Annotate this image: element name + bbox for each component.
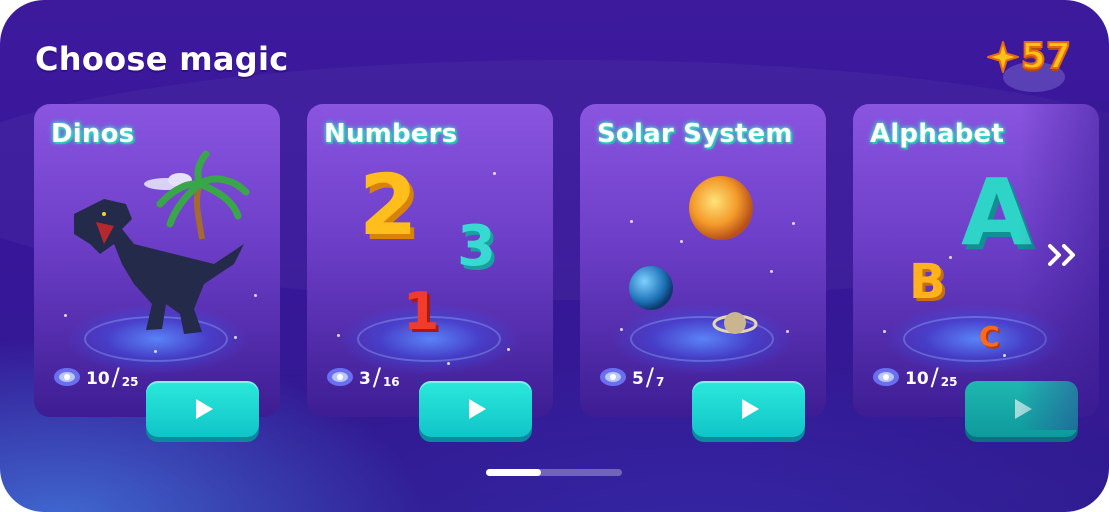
play-button-numbers[interactable] <box>419 381 532 437</box>
page-indicator-active <box>486 469 541 476</box>
card-title: Numbers <box>324 119 458 149</box>
galaxy-icon <box>600 368 626 386</box>
score-badge: 57 <box>986 35 1072 78</box>
play-icon <box>469 399 486 419</box>
card-progress: 5 / 7 <box>598 363 665 391</box>
progress-slash: / <box>111 363 120 391</box>
progress-total: 16 <box>382 375 400 389</box>
progress-current: 5 <box>632 369 644 389</box>
letter-c: C <box>979 320 1000 353</box>
card-progress: 10 / 25 <box>871 363 958 391</box>
double-chevron-right-icon[interactable] <box>1044 240 1084 270</box>
card-progress: 10 / 25 <box>52 363 139 391</box>
numeral-one: 1 <box>403 282 440 342</box>
card-title: Dinos <box>51 119 135 149</box>
card-title: Alphabet <box>870 119 1004 149</box>
app-screen: Choose magic 57 Dinos 10 / 25 2 3 1 Numb… <box>0 0 1109 512</box>
card-title: Solar System <box>597 119 793 149</box>
star-icon <box>986 40 1019 73</box>
play-button-dinos[interactable] <box>146 381 259 437</box>
progress-slash: / <box>645 363 654 391</box>
page-title: Choose magic <box>35 40 289 78</box>
progress-slash: / <box>930 363 939 391</box>
play-icon <box>742 399 759 419</box>
letter-b: B <box>909 254 946 310</box>
card-progress: 3 / 16 <box>325 363 400 391</box>
numeral-two: 2 <box>359 156 418 254</box>
progress-current: 3 <box>359 369 371 389</box>
progress-total: 25 <box>121 375 139 389</box>
play-icon <box>196 399 213 419</box>
progress-total: 7 <box>655 375 665 389</box>
galaxy-icon <box>327 368 353 386</box>
galaxy-icon <box>873 368 899 386</box>
page-indicator[interactable] <box>486 469 622 476</box>
play-button-solar-system[interactable] <box>692 381 805 437</box>
numeral-three: 3 <box>457 214 496 279</box>
score-value: 57 <box>1020 35 1072 78</box>
progress-current: 10 <box>905 369 929 389</box>
card-solar-system[interactable]: Solar System 5 / 7 <box>580 104 826 417</box>
progress-total: 25 <box>940 375 958 389</box>
progress-slash: / <box>372 363 381 391</box>
card-dinos[interactable]: Dinos 10 / 25 <box>34 104 280 417</box>
galaxy-icon <box>54 368 80 386</box>
card-numbers[interactable]: 2 3 1 Numbers 3 / 16 <box>307 104 553 417</box>
progress-current: 10 <box>86 369 110 389</box>
